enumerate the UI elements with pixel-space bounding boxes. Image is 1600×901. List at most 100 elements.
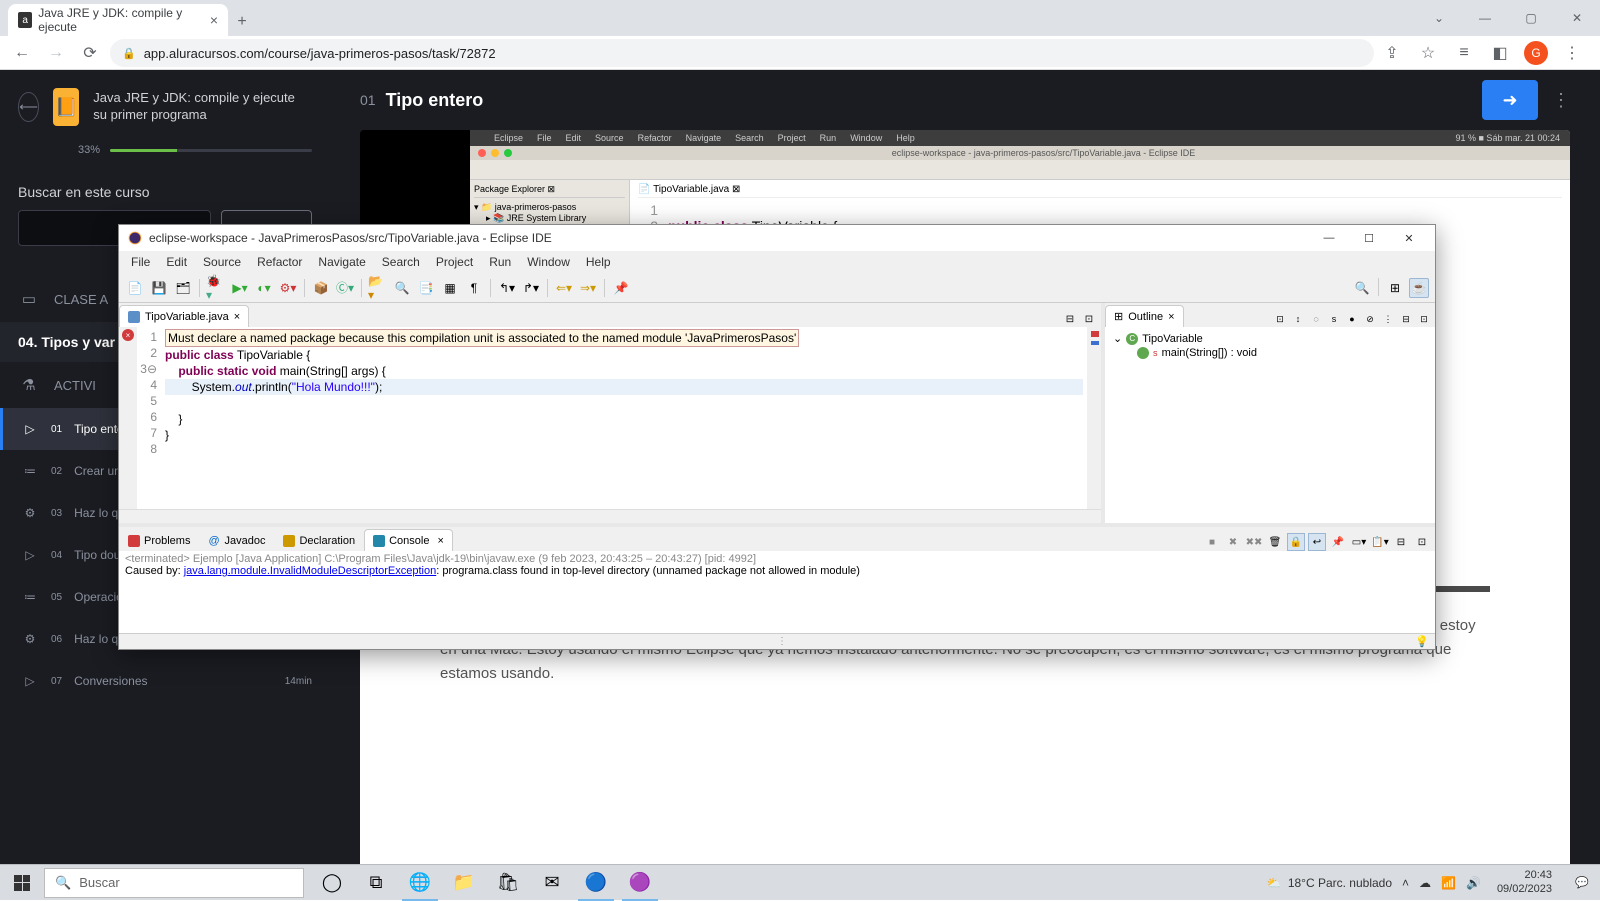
pin-icon[interactable]: 📌 [611, 278, 631, 298]
new-package-icon[interactable]: 📦 [311, 278, 331, 298]
next-button[interactable]: ➜ [1482, 80, 1538, 120]
nav-back-icon[interactable]: ⇐▾ [554, 278, 574, 298]
minimize-icon[interactable]: — [1311, 227, 1347, 249]
minimize-view-icon[interactable]: ⊟ [1392, 533, 1410, 551]
outline-tab[interactable]: ⊞ Outline × [1105, 305, 1184, 327]
menu-navigate[interactable]: Navigate [312, 253, 371, 271]
terminate-icon[interactable]: ■ [1203, 533, 1221, 551]
maximize-view-icon[interactable]: ⊡ [1081, 311, 1097, 327]
maximize-view-icon[interactable]: ⊡ [1413, 533, 1431, 551]
edge-icon[interactable]: 🌐 [398, 865, 442, 901]
cortana-icon[interactable]: ◯ [310, 865, 354, 901]
run-icon[interactable]: ▶▾ [230, 278, 250, 298]
menu-help[interactable]: Help [580, 253, 617, 271]
menu-project[interactable]: Project [430, 253, 479, 271]
maximize-icon[interactable]: ☐ [1351, 227, 1387, 249]
address-bar[interactable]: 🔒 app.aluracursos.com/course/java-primer… [110, 39, 1374, 67]
tab-declaration[interactable]: Declaration [274, 529, 364, 551]
lesson-item[interactable]: ▷07Conversiones14min [0, 660, 330, 702]
error-overview-marker[interactable] [1091, 331, 1099, 337]
close-tab-icon[interactable]: × [1168, 311, 1174, 323]
annotation-prev-icon[interactable]: ↰▾ [497, 278, 517, 298]
close-tab-icon[interactable]: × [234, 311, 240, 323]
chrome-tab[interactable]: a Java JRE y JDK: compile y ejecute × [8, 4, 228, 36]
eclipse-taskbar-icon[interactable]: 🟣 [618, 865, 662, 901]
hide-local-icon[interactable]: ⊘ [1362, 311, 1378, 327]
close-icon[interactable]: ✕ [1554, 0, 1600, 36]
explorer-icon[interactable]: 📁 [442, 865, 486, 901]
search-icon[interactable]: 🔍 [392, 278, 412, 298]
weather-widget[interactable]: ⛅18°C Parc. nublado [1267, 876, 1392, 890]
toggle-block-icon[interactable]: ▦ [440, 278, 460, 298]
taskbar-search[interactable]: 🔍Buscar [44, 868, 304, 898]
code-editor[interactable]: × 123⊖45678 Must declare a named package… [119, 327, 1101, 509]
maximize-view-icon[interactable]: ⊡ [1416, 311, 1432, 327]
share-icon[interactable]: ⇪ [1380, 41, 1404, 65]
back-arrow-icon[interactable]: ⟵ [18, 92, 39, 122]
toggle-mark-icon[interactable]: 📑 [416, 278, 436, 298]
reading-list-icon[interactable]: ≡ [1452, 41, 1476, 65]
star-icon[interactable]: ☆ [1416, 41, 1440, 65]
tray-chevron-icon[interactable]: ˄ [1402, 876, 1409, 890]
quick-access-icon[interactable]: 🔍 [1352, 278, 1372, 298]
reload-button[interactable]: ⟳ [76, 39, 104, 67]
task-view-icon[interactable]: ⧉ [354, 865, 398, 901]
hide-nonpublic-icon[interactable]: ● [1344, 311, 1360, 327]
menu-window[interactable]: Window [521, 253, 576, 271]
hide-fields-icon[interactable]: ◌ [1308, 311, 1324, 327]
hide-static-icon[interactable]: s [1326, 311, 1342, 327]
java-perspective-icon[interactable]: ☕ [1409, 278, 1429, 298]
minimize-view-icon[interactable]: ⊟ [1398, 311, 1414, 327]
open-perspective-icon[interactable]: ⊞ [1385, 278, 1405, 298]
tab-javadoc[interactable]: @Javadoc [199, 529, 274, 551]
new-tab-button[interactable]: + [228, 8, 256, 36]
profile-avatar[interactable]: G [1524, 41, 1548, 65]
remove-launch-icon[interactable]: ✖ [1224, 533, 1242, 551]
chevron-down-icon[interactable]: ⌄ [1416, 0, 1462, 36]
overview-ruler[interactable] [1087, 327, 1101, 509]
mail-icon[interactable]: ✉ [530, 865, 574, 901]
outline-tree[interactable]: ⌄ C TipoVariable s main(String[]) : void [1105, 327, 1435, 523]
code-text[interactable]: Must declare a named package because thi… [161, 327, 1087, 509]
coverage-icon[interactable]: ◐▾ [254, 278, 274, 298]
save-icon[interactable]: 💾 [149, 278, 169, 298]
sort-icon[interactable]: ↕ [1290, 311, 1306, 327]
new-icon[interactable]: 📄 [125, 278, 145, 298]
minimize-view-icon[interactable]: ⊟ [1062, 311, 1078, 327]
annotation-next-icon[interactable]: ↱▾ [521, 278, 541, 298]
show-whitespace-icon[interactable]: ¶ [464, 278, 484, 298]
close-tab-icon[interactable]: × [437, 535, 443, 547]
open-type-icon[interactable]: 📂▾ [368, 278, 388, 298]
focus-icon[interactable]: ⊡ [1272, 311, 1288, 327]
more-icon[interactable]: ⋮ [1552, 90, 1570, 111]
pin-console-icon[interactable]: 📌 [1329, 533, 1347, 551]
exception-link[interactable]: java.lang.module.InvalidModuleDescriptor… [184, 565, 437, 577]
menu-search[interactable]: Search [376, 253, 426, 271]
new-class-icon[interactable]: Ⓒ▾ [335, 278, 355, 298]
console-output[interactable]: <terminated> Ejemplo [Java Application] … [119, 551, 1435, 633]
word-wrap-icon[interactable]: ↩ [1308, 533, 1326, 551]
menu-refactor[interactable]: Refactor [251, 253, 308, 271]
sash-icon[interactable]: ⋮ [777, 636, 787, 647]
display-console-icon[interactable]: ▭▾ [1350, 533, 1368, 551]
debug-icon[interactable]: 🐞▾ [206, 278, 226, 298]
notifications-icon[interactable]: 💬 [1568, 876, 1596, 889]
menu-source[interactable]: Source [197, 253, 247, 271]
external-tools-icon[interactable]: ⚙▾ [278, 278, 298, 298]
save-all-icon[interactable]: 🗂 [173, 278, 193, 298]
menu-edit[interactable]: Edit [160, 253, 193, 271]
tip-bulb-icon[interactable]: 💡 [1415, 635, 1429, 648]
remove-all-icon[interactable]: ✖✖ [1245, 533, 1263, 551]
volume-icon[interactable]: 🔊 [1466, 876, 1481, 890]
tab-console[interactable]: Console× [364, 529, 453, 551]
menu-run[interactable]: Run [483, 253, 517, 271]
view-menu-icon[interactable]: ⋮ [1380, 311, 1396, 327]
menu-file[interactable]: File [125, 253, 156, 271]
minimize-icon[interactable]: — [1462, 0, 1508, 36]
clear-console-icon[interactable]: 🗑 [1266, 533, 1284, 551]
error-marker-icon[interactable]: × [122, 329, 134, 341]
back-button[interactable]: ← [8, 39, 36, 67]
onedrive-icon[interactable]: ☁ [1419, 876, 1431, 890]
puzzle-icon[interactable]: ◧ [1488, 41, 1512, 65]
kebab-menu-icon[interactable]: ⋮ [1560, 41, 1584, 65]
